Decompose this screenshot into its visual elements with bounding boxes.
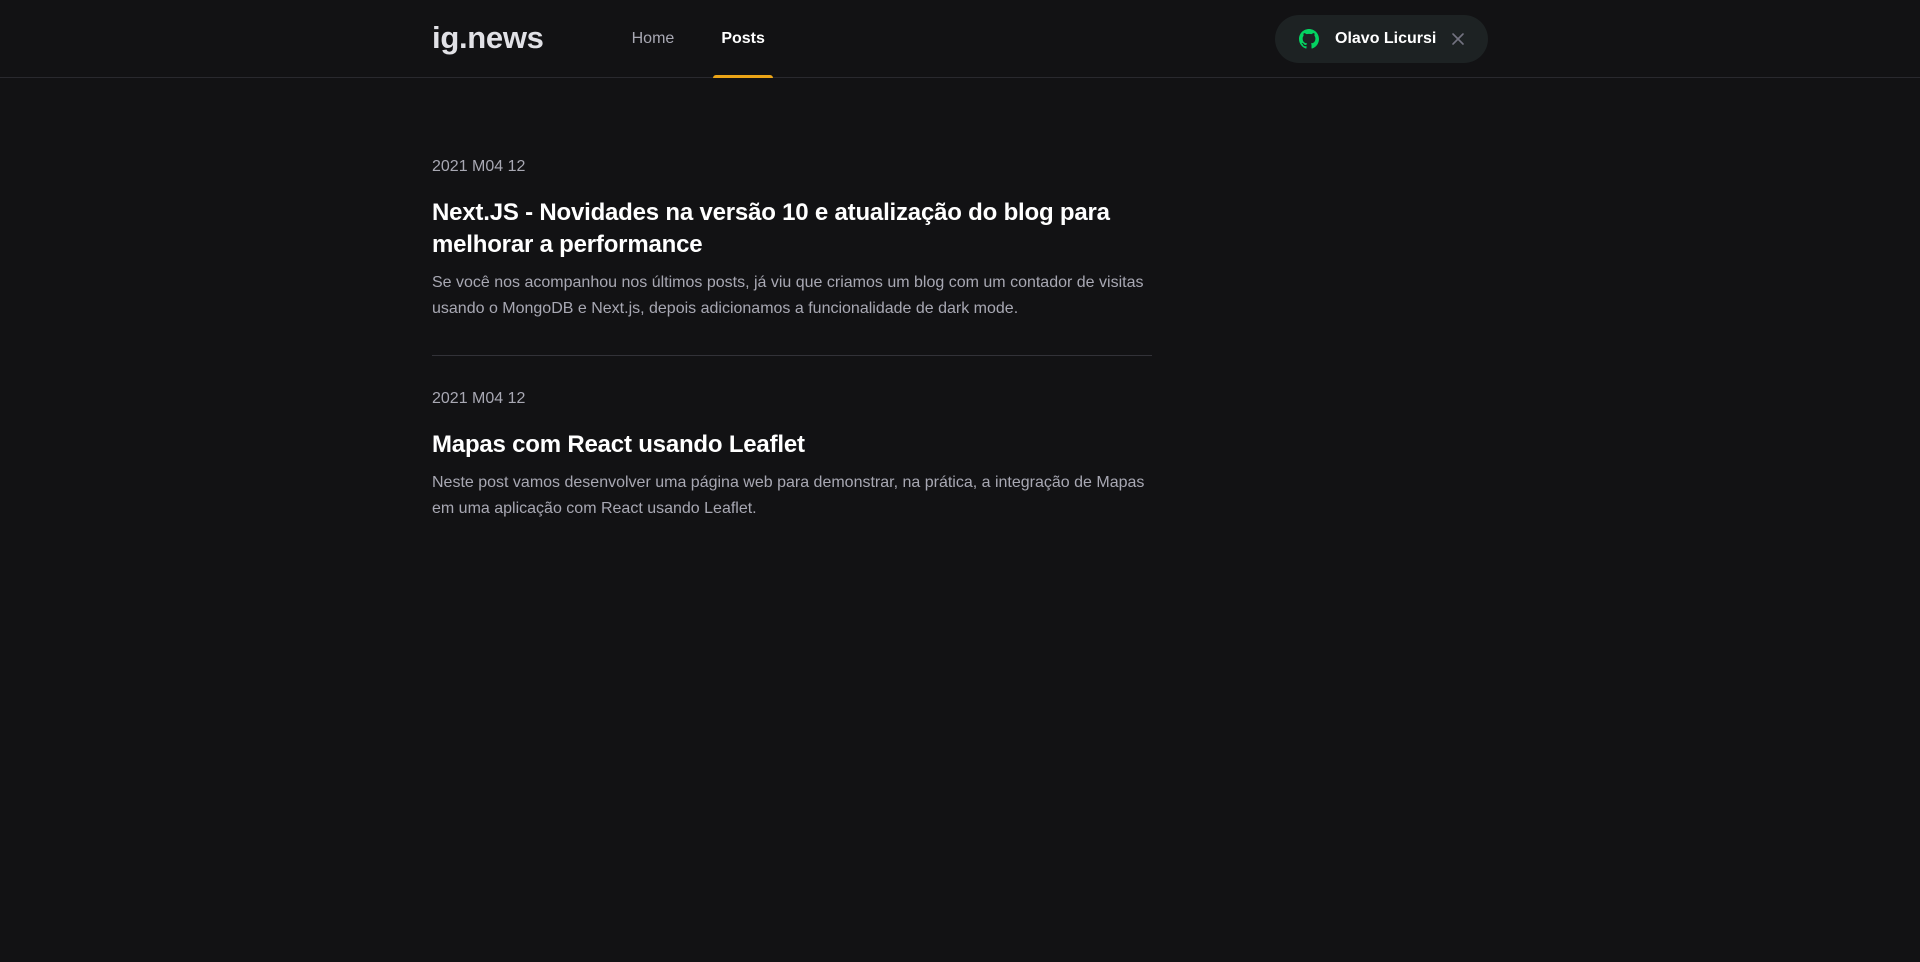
close-icon[interactable] [1450, 31, 1466, 47]
header-container: ig.news Home Posts Olavo Licursi [432, 0, 1488, 78]
logo-text: ig [432, 19, 459, 55]
posts-page: 2021 M04 12 Next.JS - Novidades na versã… [432, 78, 1488, 555]
github-icon [1299, 28, 1319, 49]
post-date: 2021 M04 12 [432, 158, 526, 175]
logo-suffix: news [467, 19, 544, 55]
nav-link-posts[interactable]: Posts [713, 0, 773, 78]
post-date: 2021 M04 12 [432, 390, 526, 407]
post-item[interactable]: 2021 M04 12 Next.JS - Novidades na versã… [432, 157, 1152, 355]
nav-link-home[interactable]: Home [624, 0, 683, 77]
post-excerpt: Se você nos acompanhou nos últimos posts… [432, 274, 1144, 317]
post-excerpt: Neste post vamos desenvolver uma página … [432, 474, 1145, 517]
post-title[interactable]: Mapas com React usando Leaflet [432, 429, 1152, 461]
signin-button[interactable]: Olavo Licursi [1275, 14, 1488, 63]
logo[interactable]: ig.news [432, 20, 544, 56]
main-nav: Home Posts [624, 0, 804, 78]
post-title[interactable]: Next.JS - Novidades na versão 10 e atual… [432, 197, 1152, 261]
site-header: ig.news Home Posts Olavo Licursi [0, 0, 1920, 78]
user-name: Olavo Licursi [1335, 29, 1437, 47]
post-item[interactable]: 2021 M04 12 Mapas com React usando Leafl… [432, 355, 1152, 555]
posts-list: 2021 M04 12 Next.JS - Novidades na versã… [432, 157, 1152, 555]
